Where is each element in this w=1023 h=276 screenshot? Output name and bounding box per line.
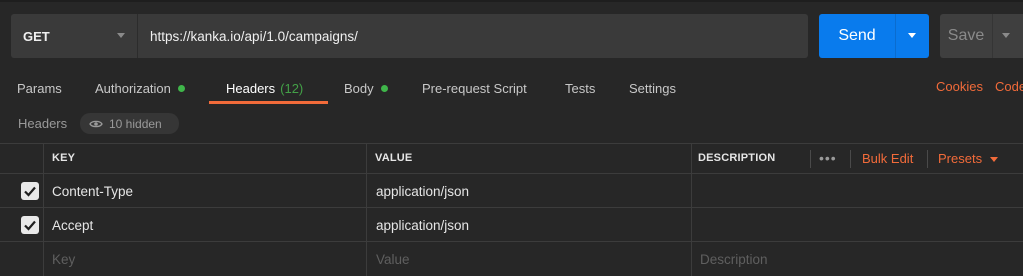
presets-label: Presets	[938, 151, 983, 166]
row-checkbox[interactable]	[21, 216, 39, 234]
save-button[interactable]: Save	[940, 14, 992, 58]
chevron-down-icon	[117, 33, 125, 38]
divider	[850, 150, 851, 168]
header-key-field[interactable]: Accept	[52, 218, 93, 233]
send-label: Send	[838, 27, 876, 44]
status-dot-icon	[380, 84, 388, 92]
eye-icon	[89, 120, 103, 127]
tab-pre-request-script[interactable]: Pre-request Script	[422, 79, 527, 97]
tab-label: Body	[344, 80, 374, 96]
new-description-input[interactable]: Description	[700, 252, 768, 267]
method-label: GET	[23, 28, 50, 44]
tab-label: Pre-request Script	[422, 80, 527, 96]
column-header-value: VALUE	[375, 152, 413, 164]
divider	[810, 150, 811, 168]
url-text: https://kanka.io/api/1.0/campaigns/	[150, 28, 358, 44]
send-dropdown-button[interactable]	[895, 14, 929, 58]
save-label: Save	[947, 27, 985, 44]
tab-count-badge: (12)	[280, 80, 304, 96]
status-dot-icon	[177, 84, 185, 92]
row-checkbox[interactable]	[21, 182, 39, 200]
send-button[interactable]: Send	[819, 14, 895, 58]
tab-label: Tests	[565, 80, 596, 96]
tab-settings[interactable]: Settings	[629, 79, 676, 97]
divider	[927, 150, 928, 168]
column-header-key: KEY	[52, 152, 76, 164]
chevron-down-icon	[908, 33, 916, 38]
top-border	[0, 0, 1023, 2]
tab-authorization[interactable]: Authorization	[95, 79, 185, 97]
check-icon	[24, 186, 36, 197]
more-options-icon[interactable]: •••	[819, 150, 837, 166]
save-dropdown-button[interactable]	[992, 14, 1023, 58]
hidden-count-label: 10 hidden	[109, 116, 162, 131]
table-row-new	[0, 242, 1023, 276]
hidden-headers-toggle[interactable]: 10 hidden	[80, 113, 179, 134]
url-input[interactable]: https://kanka.io/api/1.0/campaigns/	[137, 14, 808, 58]
new-value-input[interactable]: Value	[376, 252, 410, 267]
tab-label: Authorization	[95, 80, 171, 96]
column-header-description: DESCRIPTION	[698, 152, 776, 164]
cookies-link[interactable]: Cookies	[936, 79, 983, 94]
tab-label: Settings	[629, 80, 676, 96]
tab-label: Headers	[226, 80, 276, 96]
tab-label: Params	[17, 80, 62, 96]
tab-tests[interactable]: Tests	[565, 79, 595, 97]
presets-dropdown[interactable]: Presets	[938, 151, 999, 166]
tab-body[interactable]: Body	[344, 79, 388, 97]
code-link[interactable]: Code	[995, 79, 1023, 94]
header-value-field[interactable]: application/json	[376, 218, 469, 233]
chevron-down-icon	[990, 157, 999, 163]
tab-params[interactable]: Params	[17, 79, 62, 97]
section-title: Headers	[18, 116, 68, 131]
active-tab-indicator	[209, 101, 328, 104]
bulk-edit-button[interactable]: Bulk Edit	[862, 151, 913, 166]
header-value-field[interactable]: application/json	[376, 184, 469, 199]
new-key-input[interactable]: Key	[52, 252, 75, 267]
header-key-field[interactable]: Content-Type	[52, 184, 133, 199]
table-row	[0, 208, 1023, 242]
check-icon	[24, 220, 36, 231]
method-select[interactable]: GET	[11, 14, 137, 58]
chevron-down-icon	[1002, 33, 1010, 38]
table-row	[0, 174, 1023, 208]
tab-headers[interactable]: Headers (12)	[226, 79, 303, 97]
